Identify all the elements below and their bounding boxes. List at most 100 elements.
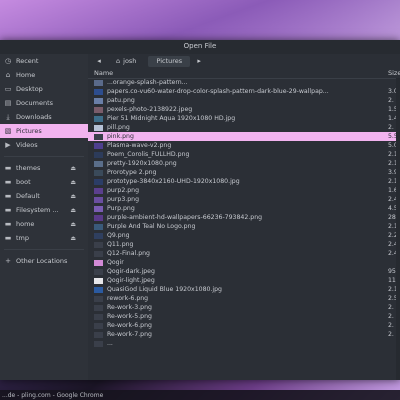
file-thumbnail-icon — [94, 133, 103, 140]
file-row[interactable]: Prorotype 2.png 3.9 — [88, 168, 400, 177]
taskbar-window-title[interactable]: ...de - pling.com - Google Chrome — [2, 392, 103, 399]
file-name: prototype-3840x2160-UHD-1920x1080.jpg — [107, 178, 240, 185]
file-row[interactable]: purp3.png 2.4 — [88, 195, 400, 204]
scrollbar[interactable] — [396, 78, 400, 380]
file-name: Plasma-wave-v2.png — [107, 142, 172, 149]
eject-icon[interactable]: ⏏ — [70, 221, 76, 228]
drive-icon: ▬ — [4, 178, 12, 186]
sidebar-item-label: Recent — [16, 57, 39, 65]
file-name: Q9.png — [107, 232, 130, 239]
column-size[interactable]: Size — [388, 69, 400, 77]
file-row[interactable]: Poem_Corolis_FULLHD.png 2.1 — [88, 150, 400, 159]
file-row[interactable]: purple-ambient-hd-wallpapers-66236-79384… — [88, 213, 400, 222]
sidebar-item-filesystem[interactable]: ▬ Filesystem ... ⏏ — [0, 203, 88, 217]
file-row[interactable]: pexels-photo-2138922.jpeg 1.5 — [88, 105, 400, 114]
file-row[interactable]: patu.png 2. — [88, 96, 400, 105]
back-arrow-icon[interactable]: ◂ — [94, 57, 104, 65]
open-file-dialog: Open File ◷ Recent ⌂ Home ▭ Desktop ▤ Documents… — [0, 40, 400, 380]
sidebar-item-label: Home — [16, 71, 36, 79]
file-row[interactable]: Re-work-5.png 2. — [88, 312, 400, 321]
file-row[interactable]: pill.png 2. — [88, 123, 400, 132]
sidebar-item-tmp[interactable]: ▬ tmp ⏏ — [0, 231, 88, 245]
eject-icon[interactable]: ⏏ — [70, 235, 76, 242]
eject-icon[interactable]: ⏏ — [70, 207, 76, 214]
file-thumbnail-icon — [94, 124, 103, 131]
file-row[interactable]: rework-6.png 2.5 — [88, 294, 400, 303]
file-name: Q12-Final.png — [107, 250, 150, 257]
file-row[interactable]: papers.co-vu60-water-drop-color-splash-p… — [88, 87, 400, 96]
file-name: Re-work-3.png — [107, 304, 152, 311]
file-thumbnail-icon — [94, 178, 103, 185]
sidebar-separator — [4, 249, 84, 250]
file-row[interactable]: Qogir — [88, 258, 400, 267]
file-thumbnail-icon — [94, 160, 103, 167]
file-name: Qogir-dark.jpeg — [107, 268, 155, 275]
file-row[interactable]: purp2.png 1.6 — [88, 186, 400, 195]
file-name: ...orange-splash-pattern... — [107, 79, 188, 86]
file-thumbnail-icon — [94, 250, 103, 257]
file-name: rework-6.png — [107, 295, 149, 302]
places-sidebar: ◷ Recent ⌂ Home ▭ Desktop ▤ Documents ⤓ Downloads… — [0, 54, 88, 380]
eject-icon[interactable]: ⏏ — [70, 179, 76, 186]
sidebar-item-home[interactable]: ▬ home ⏏ — [0, 217, 88, 231]
crumb-label: josh — [123, 57, 137, 65]
file-row[interactable]: Purp.png 4.5 — [88, 204, 400, 213]
forward-arrow-icon[interactable]: ▸ — [194, 57, 204, 65]
file-name: patu.png — [107, 97, 135, 104]
sidebar-item-videos[interactable]: ▶ Videos — [0, 138, 88, 152]
crumb-josh[interactable]: ⌂ josh — [108, 56, 144, 67]
file-row[interactable]: Qogir-dark.jpeg 95 — [88, 267, 400, 276]
sidebar-item-label: Other Locations — [16, 257, 68, 265]
sidebar-item-documents[interactable]: ▤ Documents — [0, 96, 88, 110]
file-row[interactable]: Purple And Teal No Logo.png 2.1 — [88, 222, 400, 231]
file-row[interactable]: QuasiGod Liquid Blue 1920x1080.jpg 2.1 — [88, 285, 400, 294]
file-row[interactable]: ... — [88, 339, 400, 348]
file-row[interactable]: pretty-1920x1080.png 2.1 — [88, 159, 400, 168]
crumb-pictures[interactable]: Pictures — [148, 55, 191, 67]
file-size: 2. — [388, 331, 394, 338]
taskbar: ...de - pling.com - Google Chrome — [0, 390, 400, 400]
sidebar-item-desktop[interactable]: ▭ Desktop — [0, 82, 88, 96]
file-row[interactable]: Qogir-light.jpeg 11 — [88, 276, 400, 285]
file-thumbnail-icon — [94, 214, 103, 221]
file-name: Qogir-light.jpeg — [107, 277, 155, 284]
pictures-icon: ▧ — [4, 127, 12, 135]
plus-icon: + — [5, 257, 11, 265]
file-name: Pier 51 Midnight Aqua 1920x1080 HD.jpg — [107, 115, 236, 122]
file-size: 2. — [388, 304, 394, 311]
video-icon: ▶ — [5, 141, 11, 149]
file-name: Re-work-7.png — [107, 331, 152, 338]
sidebar-item-pictures[interactable]: ▧ Pictures — [0, 124, 88, 138]
file-row[interactable]: prototype-3840x2160-UHD-1920x1080.jpg 2.1 — [88, 177, 400, 186]
document-icon: ▤ — [4, 99, 12, 107]
file-thumbnail-icon — [94, 322, 103, 329]
file-row[interactable]: Q11.png 2.4 — [88, 240, 400, 249]
sidebar-item-home[interactable]: ⌂ Home — [0, 68, 88, 82]
file-thumbnail-icon — [94, 295, 103, 302]
file-row[interactable]: Q9.png 2.2 — [88, 231, 400, 240]
sidebar-item-default[interactable]: ▬ Default ⏏ — [0, 189, 88, 203]
sidebar-item-boot[interactable]: ▬ boot ⏏ — [0, 175, 88, 189]
file-row[interactable]: Re-work-7.png 2. — [88, 330, 400, 339]
file-row[interactable]: Plasma-wave-v2.png 5.0 — [88, 141, 400, 150]
file-row[interactable]: Re-work-6.png 2. — [88, 321, 400, 330]
file-row[interactable]: Pier 51 Midnight Aqua 1920x1080 HD.jpg 1.… — [88, 114, 400, 123]
home-icon: ⌂ — [5, 71, 11, 79]
file-row[interactable]: Q12-Final.png 2.4 — [88, 249, 400, 258]
file-row[interactable]: pink.png 5.5 — [88, 132, 400, 141]
file-thumbnail-icon — [94, 340, 103, 347]
file-row[interactable]: ...orange-splash-pattern... — [88, 78, 400, 87]
column-name[interactable]: Name — [88, 69, 113, 77]
file-row[interactable]: Re-work-3.png 2. — [88, 303, 400, 312]
file-thumbnail-icon — [94, 223, 103, 230]
sidebar-item-recent[interactable]: ◷ Recent — [0, 54, 88, 68]
sidebar-item-downloads[interactable]: ⤓ Downloads — [0, 110, 88, 124]
desktop-icon: ▭ — [4, 85, 12, 93]
file-thumbnail-icon — [94, 88, 103, 95]
eject-icon[interactable]: ⏏ — [70, 193, 76, 200]
sidebar-item-other-locations[interactable]: + Other Locations — [0, 254, 88, 268]
eject-icon[interactable]: ⏏ — [70, 165, 76, 172]
file-thumbnail-icon — [94, 169, 103, 176]
sidebar-item-themes[interactable]: ▬ themes ⏏ — [0, 161, 88, 175]
title-bar[interactable]: Open File — [0, 40, 400, 54]
